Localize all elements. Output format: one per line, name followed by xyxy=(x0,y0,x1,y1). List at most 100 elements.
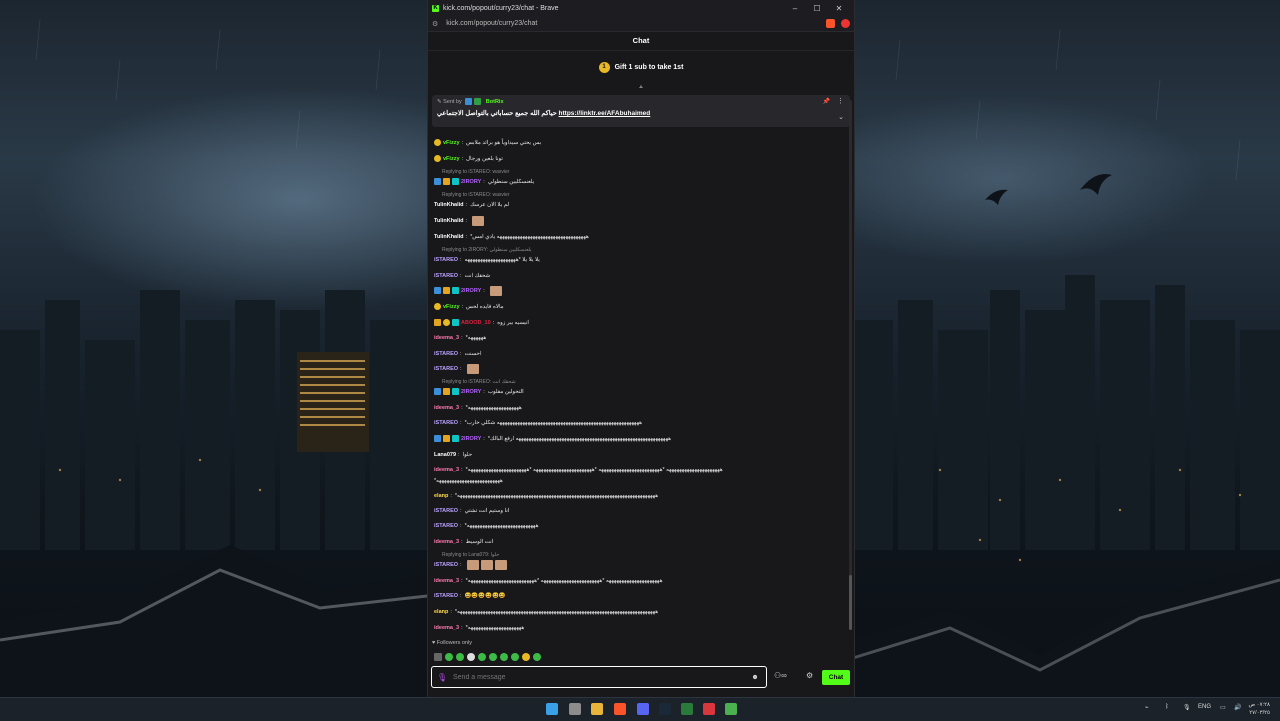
brave-icon[interactable] xyxy=(614,703,626,715)
chat-emote[interactable] xyxy=(466,363,479,374)
app-icon[interactable] xyxy=(703,703,715,715)
chat-username[interactable]: 2IRORY xyxy=(461,389,481,395)
task-view-icon[interactable] xyxy=(569,703,581,715)
site-info-icon[interactable]: ⚙ xyxy=(432,20,438,28)
chat-username[interactable]: ideema_3 xyxy=(434,539,459,545)
chat-username[interactable]: iSTAREO xyxy=(434,523,458,529)
chat-message-text: *هههههههههههههههههههههه xyxy=(465,624,525,631)
pinned-text: حياكم الله جميع حساباتي بالتواصل الاجتما… xyxy=(437,110,557,117)
reply-context[interactable]: Replying to iSTAREO: wasvier xyxy=(442,192,509,198)
bluetooth-icon[interactable]: ᛒ xyxy=(1165,704,1169,710)
chat-message: ideema_3: *ههههههههههههههههههههه xyxy=(434,403,522,412)
chat-emote[interactable] xyxy=(472,215,485,226)
network-icon[interactable]: ⌁ xyxy=(1145,704,1149,711)
url-text[interactable]: kick.com/popout/curry23/chat xyxy=(446,20,822,27)
chat-username[interactable]: ideema_3 xyxy=(434,467,459,473)
chat-emote[interactable] xyxy=(466,559,479,570)
xbox-icon[interactable] xyxy=(725,703,737,715)
scrollbar-thumb[interactable] xyxy=(849,575,852,630)
close-button[interactable]: ✕ xyxy=(828,4,850,13)
chat-username[interactable]: ideema_3 xyxy=(434,405,459,411)
chevron-down-icon[interactable]: ⌄ xyxy=(838,113,844,121)
more-options-icon[interactable]: ⋮ xyxy=(837,97,844,105)
rewards-icon[interactable] xyxy=(841,19,850,28)
settings-gear-icon[interactable]: ⚙ xyxy=(806,671,813,680)
microphone-icon[interactable]: 🎙 xyxy=(437,673,447,682)
chat-username[interactable]: elanp xyxy=(434,609,448,615)
emote-button[interactable] xyxy=(445,653,453,661)
xbox-app-icon[interactable] xyxy=(681,703,693,715)
emote-button[interactable] xyxy=(467,653,475,661)
chat-username[interactable]: 2IRORY xyxy=(461,436,481,442)
maximize-button[interactable]: ☐ xyxy=(806,4,828,13)
emote-button[interactable] xyxy=(456,653,464,661)
chat-username[interactable]: iSTAREO xyxy=(434,257,458,263)
pinned-link[interactable]: https://linktr.ee/AFAbuhaimed xyxy=(559,110,651,117)
chat-username[interactable]: iSTAREO xyxy=(434,508,458,514)
chat-username[interactable]: iSTAREO xyxy=(434,562,458,568)
emote-button[interactable] xyxy=(500,653,508,661)
chat-username[interactable]: 2IRORY xyxy=(461,179,481,185)
scrollbar-track[interactable] xyxy=(849,100,852,630)
file-explorer-icon[interactable] xyxy=(591,703,603,715)
emote-button[interactable] xyxy=(434,653,442,661)
steam-icon[interactable] xyxy=(659,703,671,715)
chat-username[interactable]: ideema_3 xyxy=(434,335,459,341)
chat-username[interactable]: ideema_3 xyxy=(434,578,459,584)
chat-username[interactable]: elanp xyxy=(434,493,448,499)
chat-separator: : xyxy=(460,561,462,568)
reply-context[interactable]: Replying to Lana079: حلوا xyxy=(442,552,499,558)
chat-username[interactable]: iSTAREO xyxy=(434,593,458,599)
sub-badge-icon xyxy=(434,287,441,294)
emote-button[interactable] xyxy=(511,653,519,661)
chat-message: vFizzy: تونا بلعين ورجال xyxy=(434,154,503,163)
language-indicator[interactable]: ENG xyxy=(1198,704,1211,710)
start-icon[interactable] xyxy=(546,703,558,715)
kick-logo-icon: K xyxy=(432,4,439,12)
chat-username[interactable]: vFizzy xyxy=(443,304,460,310)
reply-context[interactable]: Replying to iSTAREO: شحقك انت xyxy=(442,379,516,385)
reply-context[interactable]: Replying to iSTAREO: wasvier xyxy=(442,169,509,175)
kicks-icon[interactable]: ⚇∞ xyxy=(774,671,787,680)
chat-input[interactable] xyxy=(451,672,750,682)
chat-username[interactable]: iSTAREO xyxy=(434,366,458,372)
gift-sub-banner[interactable]: 1 Gift 1 sub to take 1st xyxy=(428,51,854,83)
chat-username[interactable]: TulinKhalid xyxy=(434,234,464,240)
chat-username[interactable]: 2IRORY xyxy=(461,288,481,294)
mic-tray-icon[interactable]: 🎙 xyxy=(1183,704,1191,711)
collapse-icon[interactable]: ⩡ xyxy=(428,83,854,95)
chat-emote[interactable] xyxy=(494,559,507,570)
chat-message: iSTAREO: احسنت xyxy=(434,349,481,358)
chat-username[interactable]: Lana079 xyxy=(434,452,456,458)
chat-username[interactable]: ideema_3 xyxy=(434,625,459,631)
chat-username[interactable]: iSTAREO xyxy=(434,420,458,426)
gift-badge-icon xyxy=(452,319,459,326)
minimize-button[interactable]: – xyxy=(784,4,806,13)
emoji-picker-icon[interactable]: ☻ xyxy=(750,674,760,681)
chat-separator: : xyxy=(461,139,464,146)
display-icon[interactable]: ▭ xyxy=(1220,704,1226,711)
chat-username[interactable]: vFizzy xyxy=(443,156,460,162)
emote-button[interactable] xyxy=(533,653,541,661)
pin-icon[interactable]: 📌 xyxy=(823,98,830,105)
emote-button[interactable] xyxy=(478,653,486,661)
reply-context[interactable]: Replying to 2IRORY: يلعنسكليين سنطولي xyxy=(442,247,532,253)
chat-username[interactable]: TulinKhalid xyxy=(434,202,464,208)
one-badge-icon xyxy=(443,319,450,326)
send-chat-button[interactable]: Chat xyxy=(822,670,850,685)
chat-emote[interactable] xyxy=(489,285,502,296)
volume-icon[interactable]: 🔊 xyxy=(1234,704,1241,711)
chat-emote[interactable] xyxy=(480,559,493,570)
chat-username[interactable]: iSTAREO xyxy=(434,351,458,357)
chat-username[interactable]: vFizzy xyxy=(443,140,460,146)
pinned-bot-name[interactable]: BotRix xyxy=(486,99,504,105)
brave-shield-icon[interactable] xyxy=(826,19,835,28)
chat-username[interactable]: TulinKhalid xyxy=(434,218,464,224)
chat-username[interactable]: ABOOD_10 xyxy=(461,320,491,326)
chat-username[interactable]: iSTAREO xyxy=(434,273,458,279)
emote-button[interactable] xyxy=(489,653,497,661)
discord-icon[interactable] xyxy=(637,703,649,715)
clock[interactable]: ٠٧:٢٨ ص ٢٧/٠٣/٢٥ xyxy=(1248,701,1270,717)
gift-badge-icon xyxy=(452,388,459,395)
emote-button[interactable] xyxy=(522,653,530,661)
